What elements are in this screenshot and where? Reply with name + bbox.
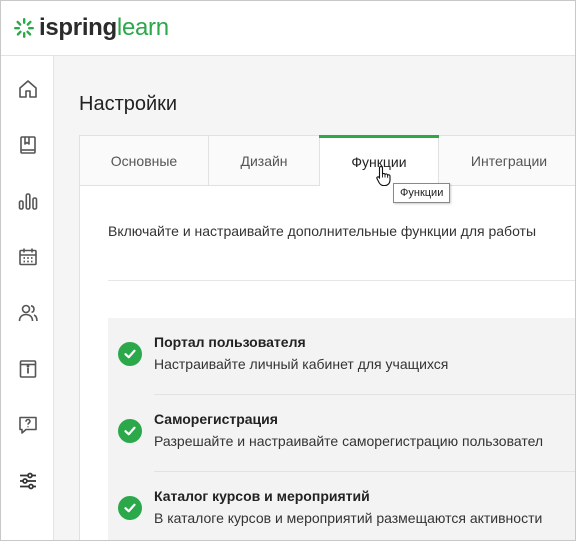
logo-text-learn: learn: [116, 14, 169, 41]
tabs-bar: Основные Дизайн Функции Интеграции: [80, 135, 575, 187]
calendar-icon: [18, 248, 37, 266]
users-icon: [18, 304, 38, 322]
main-content: Настройки Основные Дизайн Функции Интегр…: [55, 57, 575, 540]
feature-item-user-portal[interactable]: Портал пользователя Настраивайте личный …: [108, 318, 575, 395]
feature-subtitle: Разрешайте и настраивайте саморегистраци…: [154, 433, 544, 449]
check-icon: [118, 419, 142, 443]
logo-text-ispring: ispring: [39, 14, 117, 41]
chart-icon: [18, 193, 37, 210]
app-window: ispringlearn Настройки Основные Дизайн Ф…: [0, 0, 576, 541]
sidebar-item-settings[interactable]: [1, 461, 54, 501]
home-icon: [18, 80, 37, 98]
tab-integrations[interactable]: Интеграции: [439, 136, 575, 186]
sidebar: [1, 56, 54, 540]
sidebar-item-reports[interactable]: [1, 181, 54, 221]
feature-subtitle: Настраивайте личный кабинет для учащихся: [154, 356, 449, 372]
sidebar-item-users[interactable]: [1, 293, 54, 333]
feature-title: Каталог курсов и мероприятий: [154, 488, 370, 504]
feature-item-self-registration[interactable]: Саморегистрация Разрешайте и настраивайт…: [108, 395, 575, 472]
divider: [108, 280, 575, 281]
sidebar-item-library[interactable]: [1, 125, 54, 165]
tab-general[interactable]: Основные: [80, 136, 209, 186]
settings-icon: [19, 472, 36, 490]
feature-item-catalog[interactable]: Каталог курсов и мероприятий В каталоге …: [108, 472, 575, 540]
feature-title: Саморегистрация: [154, 411, 278, 427]
logo-text: ispringlearn: [39, 16, 169, 40]
feature-subtitle: В каталоге курсов и мероприятий размещаю…: [154, 510, 543, 526]
logo[interactable]: ispringlearn: [13, 16, 169, 40]
check-icon: [118, 342, 142, 366]
check-icon: [118, 496, 142, 520]
info-icon: [19, 360, 36, 378]
settings-card: Основные Дизайн Функции Интеграции Включ…: [79, 135, 575, 540]
help-icon: [18, 416, 37, 434]
book-icon: [19, 136, 36, 154]
sidebar-item-info[interactable]: [1, 349, 54, 389]
tooltip: Функции: [393, 183, 451, 203]
feature-title: Портал пользователя: [154, 334, 306, 350]
sidebar-item-help[interactable]: [1, 405, 54, 445]
features-list: Портал пользователя Настраивайте личный …: [108, 318, 575, 540]
sidebar-item-home[interactable]: [1, 69, 54, 109]
sidebar-item-calendar[interactable]: [1, 237, 54, 277]
ispring-logo-icon: [14, 18, 34, 38]
page-title: Настройки: [79, 93, 178, 115]
header: ispringlearn: [1, 1, 575, 56]
tab-design[interactable]: Дизайн: [209, 136, 320, 186]
features-description: Включайте и настраивайте дополнительные …: [108, 223, 537, 239]
hand-cursor-icon: [376, 165, 391, 187]
